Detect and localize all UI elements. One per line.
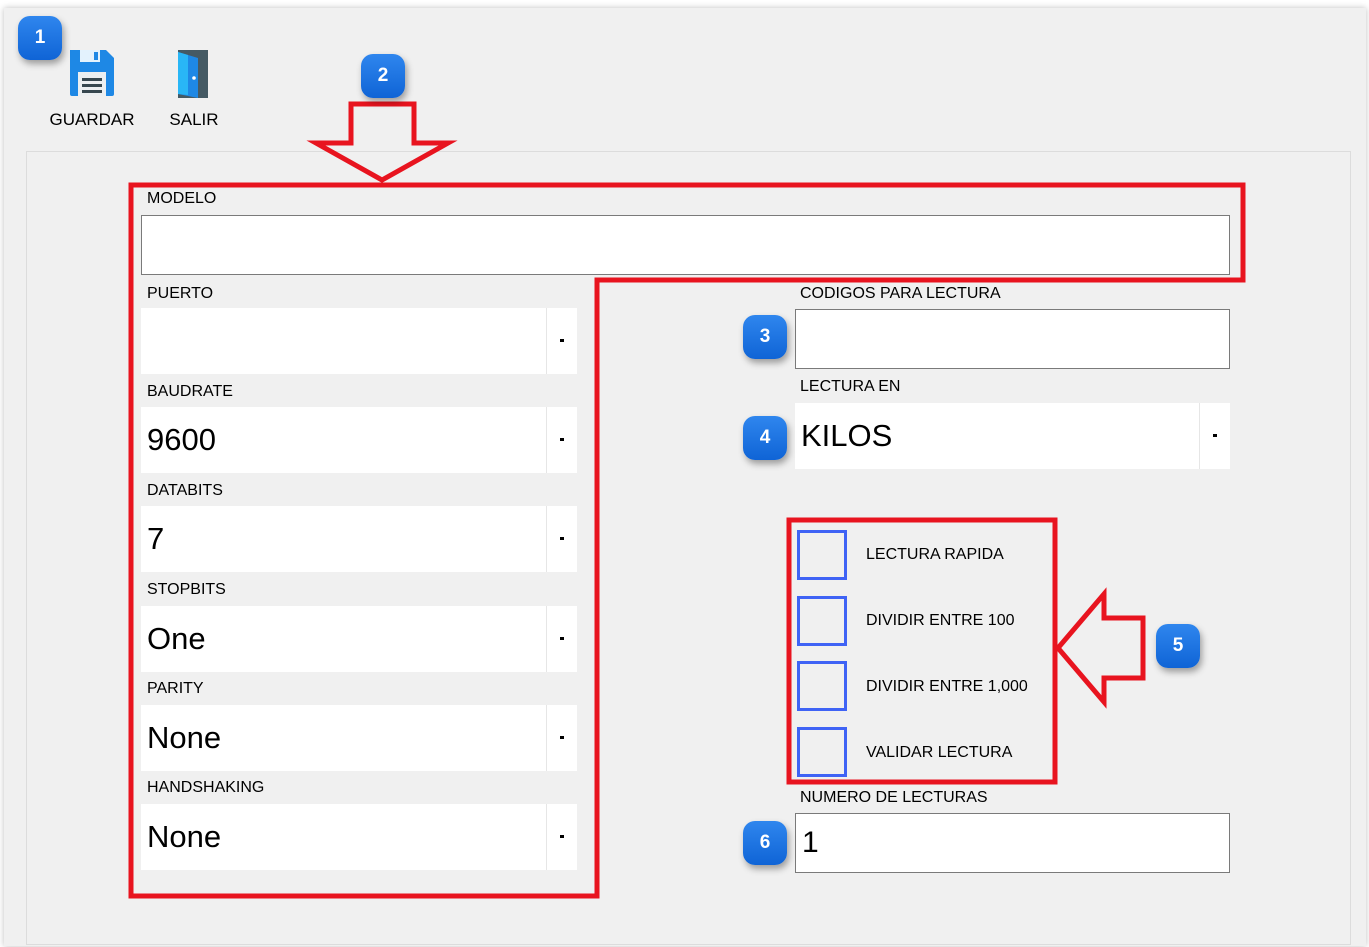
dividir-1000-checkbox[interactable] [797,661,847,711]
badge-5: 5 [1156,624,1200,668]
numero-lecturas-label: NUMERO DE LECTURAS [800,789,988,806]
codigos-label: CODIGOS PARA LECTURA [800,285,1001,302]
modelo-input[interactable] [141,215,1230,275]
lectura-en-value: KILOS [801,418,893,453]
numero-lecturas-input[interactable]: 1 [795,813,1230,873]
handshaking-label: HANDSHAKING [147,779,265,796]
baudrate-dropdown-button[interactable] [546,407,577,473]
floppy-disk-icon [70,50,114,96]
validar-lectura-label: VALIDAR LECTURA [866,744,1013,761]
parity-value: None [147,720,222,755]
dividir-100-label: DIVIDIR ENTRE 100 [866,612,1015,629]
lectura-en-dropdown-button[interactable] [1199,403,1230,469]
parity-select[interactable]: None [141,705,577,771]
save-button-label: GUARDAR [49,110,135,129]
puerto-select[interactable] [141,308,577,374]
stopbits-value: One [147,621,206,656]
parity-dropdown-button[interactable] [546,705,577,771]
baudrate-select[interactable]: 9600 [141,407,577,473]
validar-lectura-checkbox[interactable] [797,727,847,777]
codigos-input[interactable] [795,309,1230,369]
handshaking-value: None [147,819,222,854]
chevron-down-icon [560,835,564,838]
chevron-down-icon [560,438,564,441]
exit-button-label: SALIR [169,110,219,129]
dividir-1000-label: DIVIDIR ENTRE 1,000 [866,678,1028,695]
modelo-label: MODELO [147,190,217,207]
puerto-label: PUERTO [147,285,214,302]
handshaking-select[interactable]: None [141,804,577,870]
door-exit-icon [178,50,208,98]
lectura-en-label: LECTURA EN [800,378,901,395]
databits-value: 7 [147,521,165,556]
lectura-rapida-checkbox[interactable] [797,530,847,580]
dividir-100-checkbox[interactable] [797,596,847,646]
chevron-down-icon [560,736,564,739]
puerto-dropdown-button[interactable] [546,308,577,374]
exit-button[interactable]: SALIR [164,48,224,132]
databits-dropdown-button[interactable] [546,506,577,572]
stopbits-dropdown-button[interactable] [546,606,577,672]
stopbits-select[interactable]: One [141,606,577,672]
baudrate-value: 9600 [147,422,216,457]
baudrate-label: BAUDRATE [147,383,233,400]
badge-6: 6 [743,821,787,865]
badge-1: 1 [18,16,62,60]
handshaking-dropdown-button[interactable] [546,804,577,870]
databits-select[interactable]: 7 [141,506,577,572]
chevron-down-icon [560,339,564,342]
badge-4: 4 [743,416,787,460]
chevron-down-icon [1213,434,1217,437]
lectura-rapida-label: LECTURA RAPIDA [866,546,1004,563]
badge-2: 2 [361,54,405,98]
chevron-down-icon [560,537,564,540]
lectura-en-select[interactable]: KILOS [795,403,1230,469]
databits-label: DATABITS [147,482,223,499]
chevron-down-icon [560,637,564,640]
badge-3: 3 [743,315,787,359]
parity-label: PARITY [147,680,204,697]
save-button[interactable]: GUARDAR [44,48,140,132]
stopbits-label: STOPBITS [147,581,226,598]
